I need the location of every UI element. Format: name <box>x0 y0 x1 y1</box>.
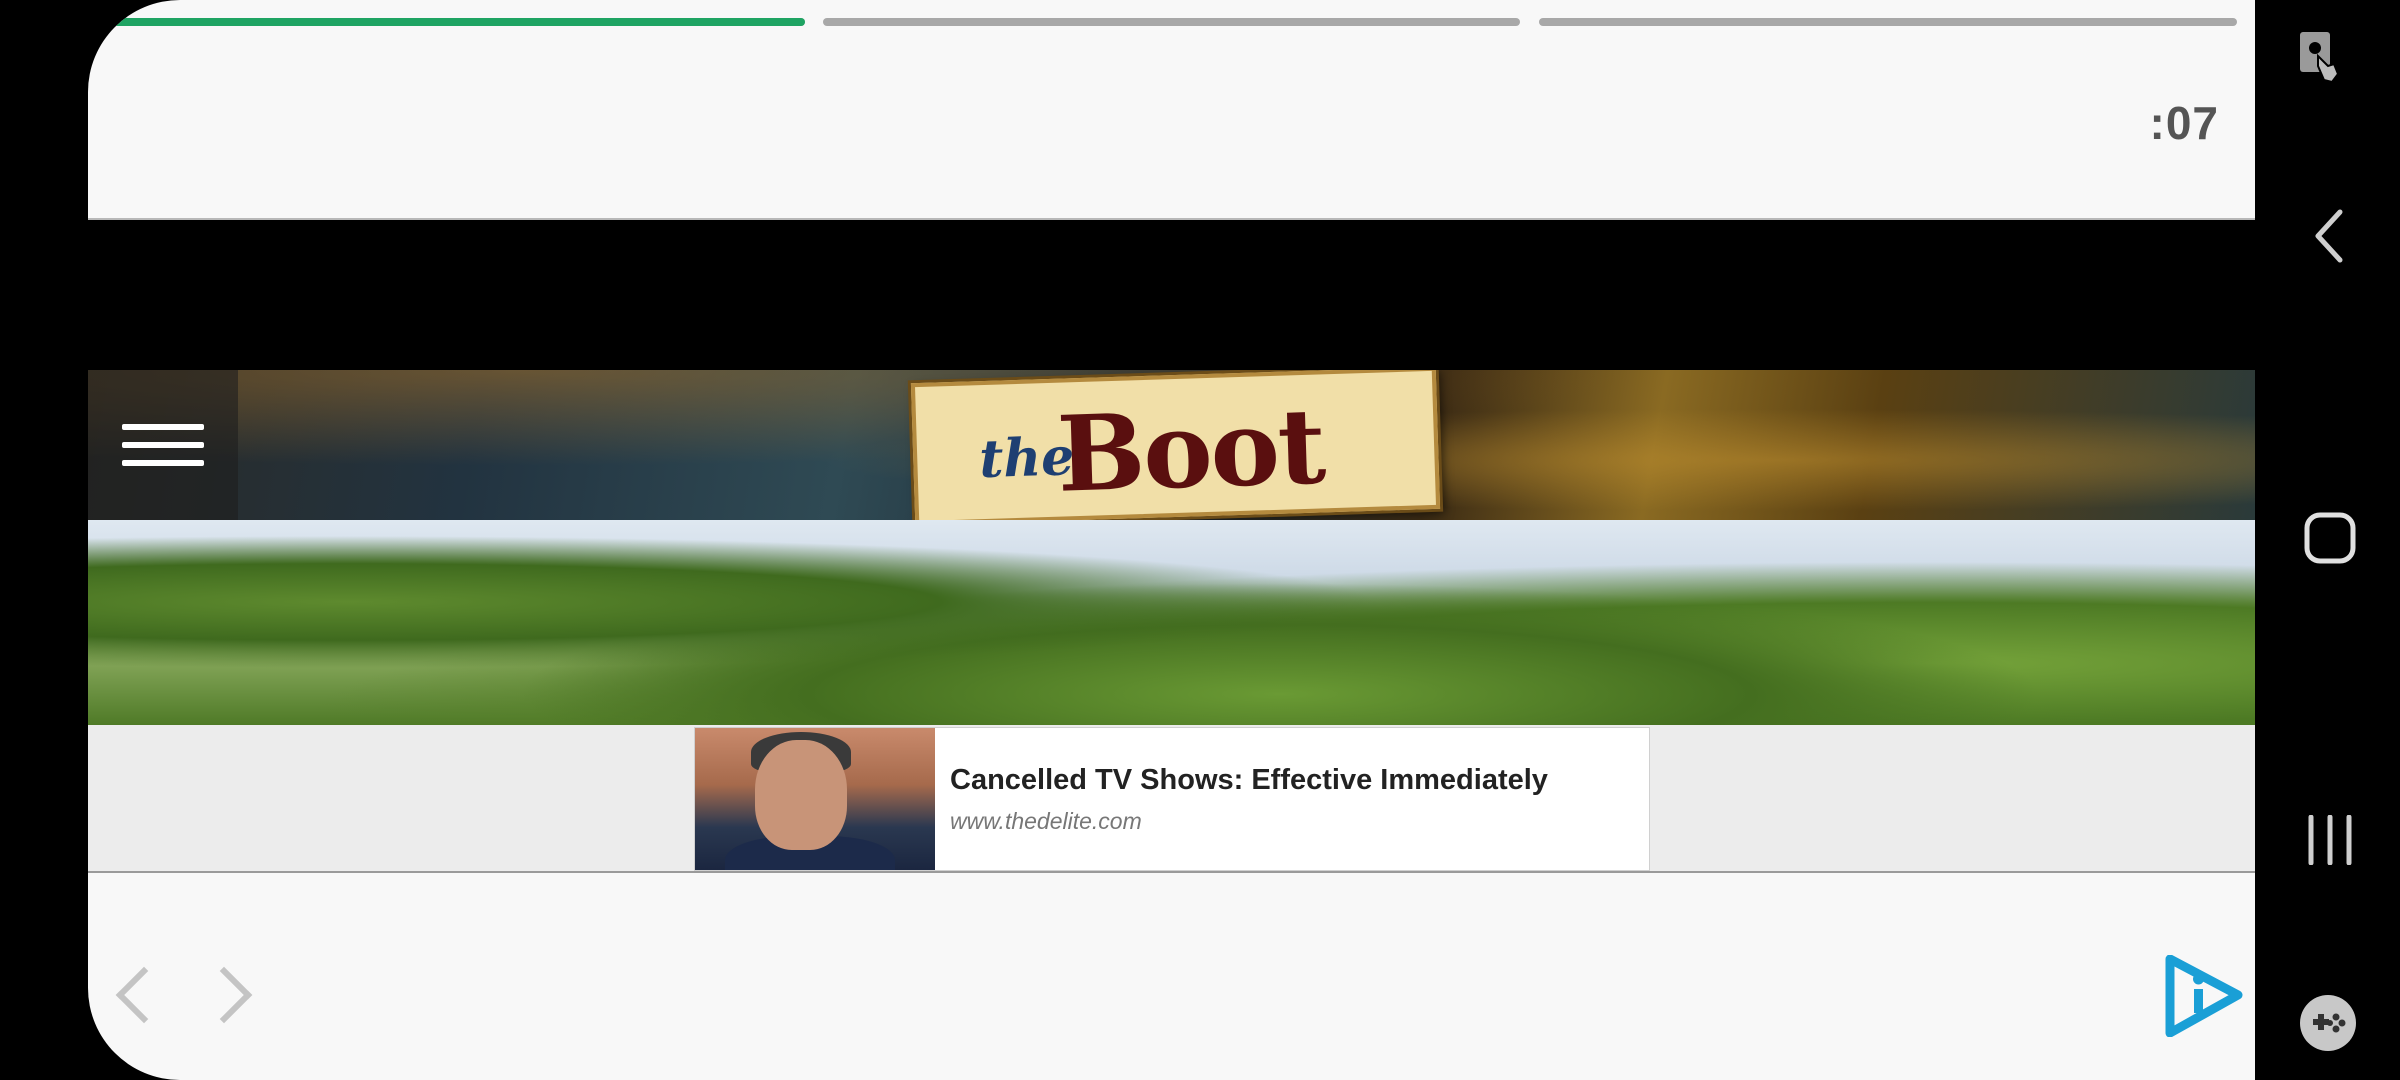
progress-segment-1 <box>110 18 805 26</box>
progress-segment-2 <box>823 18 1520 26</box>
site-header: the Boot <box>88 370 2255 520</box>
ad-url: www.thedelite.com <box>950 808 1142 834</box>
recents-icon[interactable] <box>2305 815 2355 865</box>
ad-card[interactable]: Cancelled TV Shows: Effective Immediatel… <box>694 727 1650 871</box>
logo-boot-text: Boot <box>1055 384 1326 516</box>
hamburger-menu-icon[interactable] <box>88 370 238 520</box>
ad-title[interactable]: Cancelled TV Shows: Effective Immediatel… <box>950 764 1548 797</box>
back-icon[interactable] <box>2312 208 2346 264</box>
countdown-timer: :07 <box>2149 97 2219 149</box>
site-logo[interactable]: the Boot <box>910 370 1441 520</box>
progress-segment-3 <box>1539 18 2237 26</box>
progress-segment-1-fill <box>110 18 805 26</box>
app-screen: :07 the Boot Cancelled TV Shows: Effecti… <box>88 0 2255 1080</box>
hero-image-trees[interactable] <box>88 520 2255 725</box>
home-icon[interactable] <box>2304 512 2356 564</box>
ad-banner-row: Cancelled TV Shows: Effective Immediatel… <box>88 725 2255 873</box>
ad-thumbnail[interactable] <box>695 728 935 870</box>
story-header: :07 <box>88 0 2255 220</box>
bottom-nav-bar <box>88 873 2255 1080</box>
screen-touch-icon[interactable] <box>2298 30 2342 88</box>
play-info-icon[interactable] <box>2160 955 2244 1037</box>
game-tools-icon[interactable] <box>2298 993 2358 1053</box>
